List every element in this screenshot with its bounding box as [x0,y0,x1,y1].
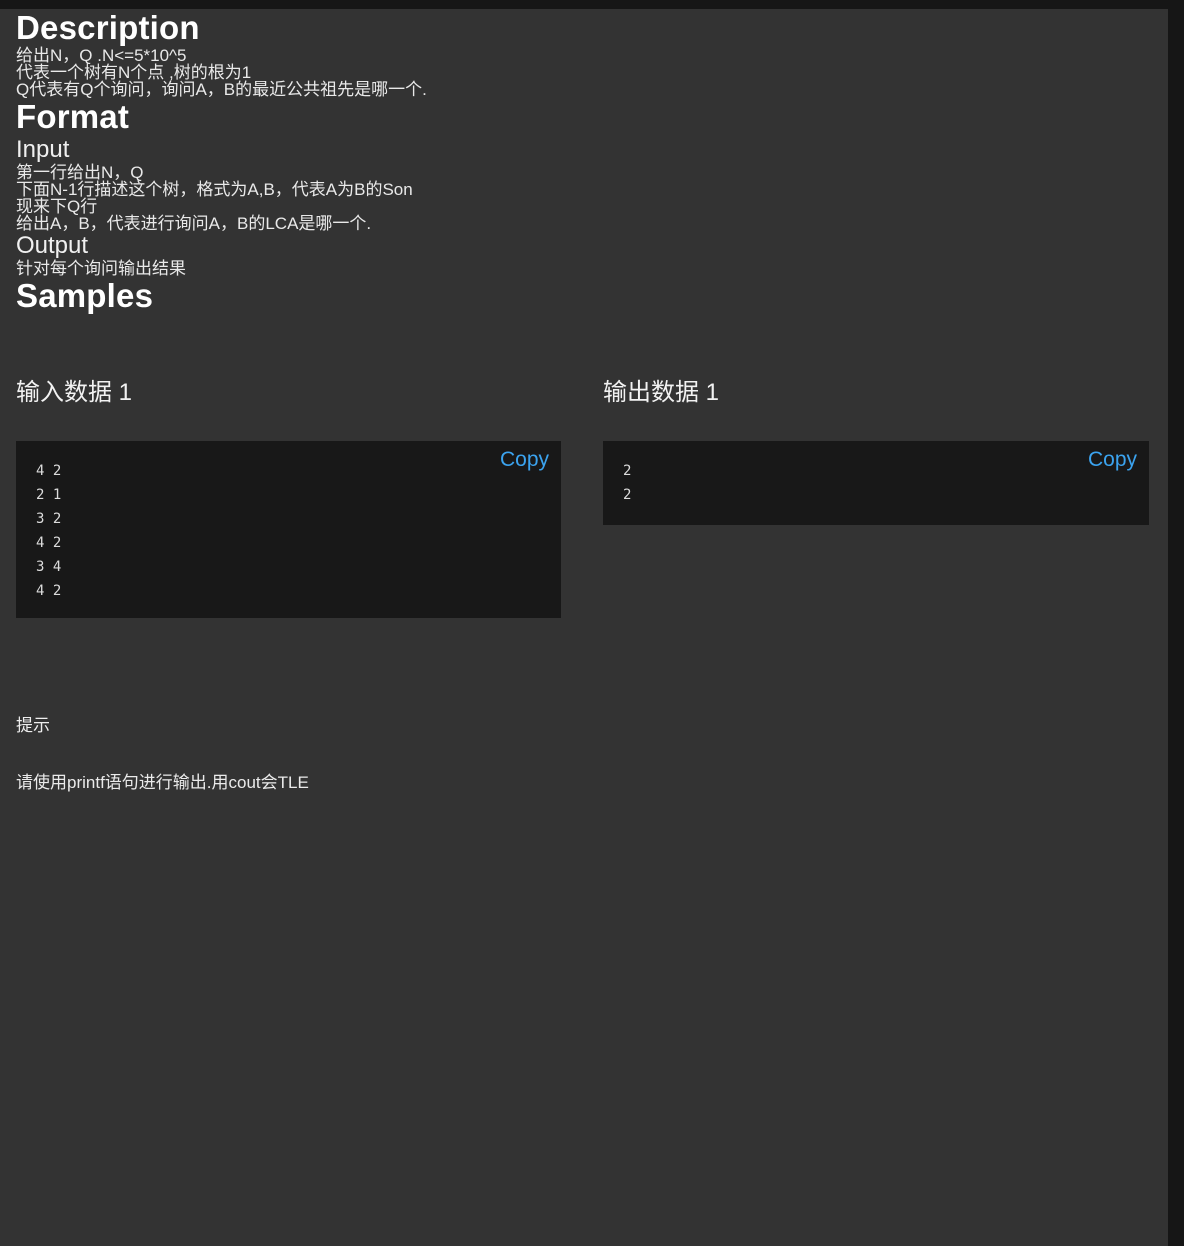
description-paragraph-2: 代表一个树有N个点 ,树的根为1 [16,63,252,82]
problem-content: Description 给出N，Q .N<=5*10^5 代表一个树有N个点 ,… [16,9,1150,793]
format-heading: Format [16,98,130,135]
input-subheading: Input [16,136,70,163]
hint-text: 请使用printf语句进行输出.用cout会TLE [16,773,309,792]
description-paragraph-1: 给出N，Q .N<=5*10^5 [16,46,187,65]
description-paragraph-3: Q代表有Q个询问，询问A，B的最近公共祖先是哪一个. [16,80,427,99]
input-paragraph-3: 现来下Q行 [16,197,98,216]
sample-input-code-block: Copy 4 2 2 1 3 2 4 2 3 4 4 2 [16,441,561,618]
sample-output-code-block: Copy 2 2 [603,441,1149,525]
input-paragraph-2: 下面N-1行描述这个树，格式为A,B，代表A为B的Son [16,180,413,199]
sample-output-title: 输出数据 1 [603,379,720,406]
sample-output-column: 输出数据 1 Copy 2 2 [603,372,1149,525]
copy-output-button[interactable]: Copy [1088,449,1137,470]
input-paragraph-1: 第一行给出N，Q [16,163,144,182]
input-paragraph-4: 给出A，B，代表进行询问A，B的LCA是哪一个. [16,214,372,233]
samples-row: 输入数据 1 Copy 4 2 2 1 3 2 4 2 3 4 4 2 输出数据… [16,372,1150,672]
samples-heading: Samples [16,277,154,314]
copy-input-button[interactable]: Copy [500,449,549,470]
hint-block: 提示 请使用printf语句进行输出.用cout会TLE [16,711,1150,793]
description-heading: Description [16,9,200,46]
top-edge-bar [0,0,1184,9]
sample-input-title: 输入数据 1 [16,379,133,406]
sample-input-column: 输入数据 1 Copy 4 2 2 1 3 2 4 2 3 4 4 2 [16,372,561,618]
sample-input-code: 4 2 2 1 3 2 4 2 3 4 4 2 [36,463,62,599]
right-scrollbar-gutter[interactable] [1168,0,1184,1246]
hint-title: 提示 [16,716,50,735]
output-paragraph-1: 针对每个询问输出结果 [16,259,186,278]
problem-page: Description 给出N，Q .N<=5*10^5 代表一个树有N个点 ,… [0,9,1168,1246]
output-subheading: Output [16,232,89,259]
sample-output-code: 2 2 [623,463,632,503]
